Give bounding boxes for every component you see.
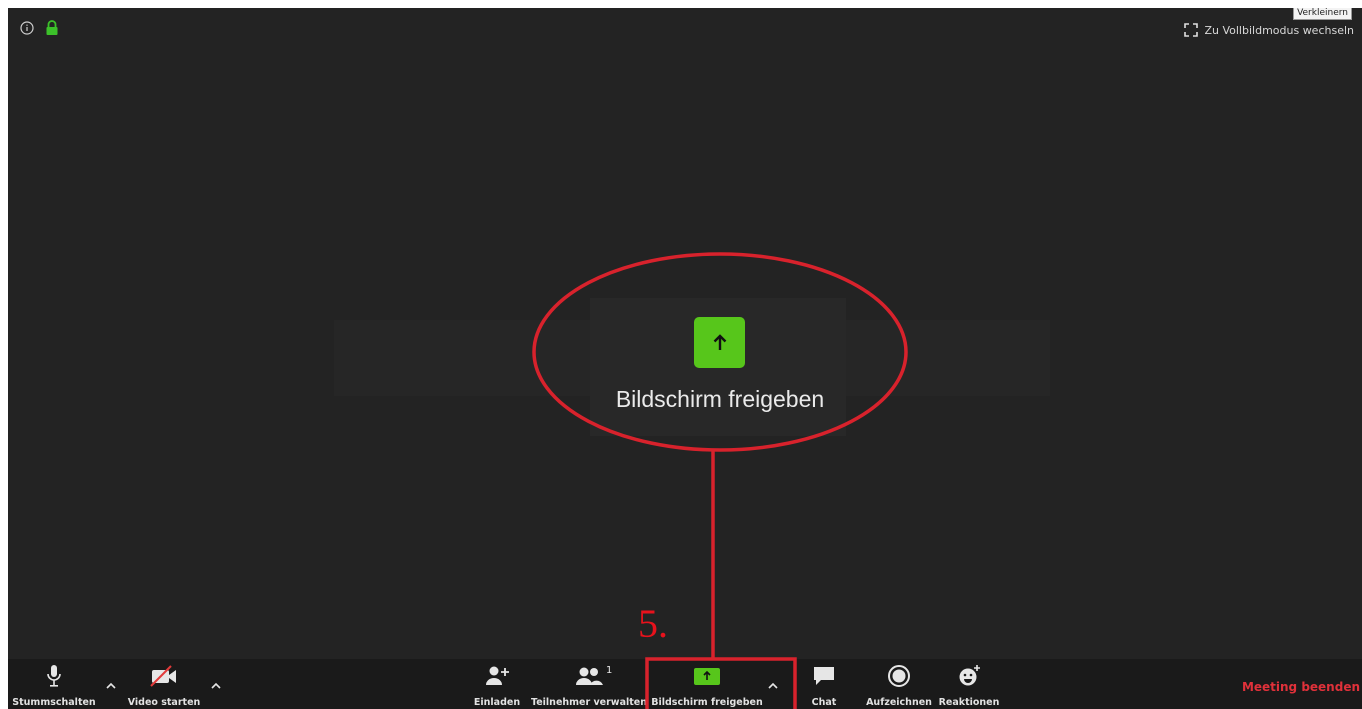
mute-button[interactable]: Stummschalten [8,659,100,709]
meeting-window: Zu Vollbildmodus wechseln Verkleinern Bi… [8,8,1362,709]
video-off-icon [150,665,176,687]
chevron-up-icon[interactable] [210,681,222,691]
record-icon [888,665,910,687]
record-button[interactable]: Aufzeichnen [864,659,934,709]
screenshot-frame: Zu Vollbildmodus wechseln Verkleinern Bi… [0,0,1362,709]
arrow-up-icon [713,333,726,350]
fullscreen-button[interactable]: Zu Vollbildmodus wechseln [1184,20,1354,40]
fullscreen-icon [1184,23,1199,37]
arrow-up-icon [703,670,711,680]
fullscreen-label: Zu Vollbildmodus wechseln [1204,23,1354,37]
invite-button[interactable]: Einladen [474,659,520,709]
reactions-button[interactable]: Reaktionen [936,659,1002,709]
record-label: Aufzeichnen [866,697,932,708]
tooltip: Verkleinern [1293,8,1352,20]
chat-icon [814,667,834,685]
share-screen-icon-bg [694,667,720,685]
chat-label: Chat [811,697,837,708]
chevron-up-icon[interactable] [767,681,779,691]
info-icon[interactable] [20,21,34,35]
emoji-add-icon [959,665,980,686]
share-screen-large-label[interactable]: Bildschirm freigeben [548,386,892,413]
start-video-button[interactable]: Video starten [124,659,204,709]
participants-count-badge: 1 [606,665,613,676]
participants-button[interactable]: Teilnehmer verwalten [531,659,647,709]
chevron-up-icon[interactable] [105,681,117,691]
participants-icon [576,667,603,685]
share-screen-large-button[interactable] [694,317,745,368]
reactions-label: Reaktionen [938,697,1000,708]
microphone-icon [47,665,61,687]
chat-button[interactable]: Chat [804,659,844,709]
start-video-label: Video starten [127,697,201,708]
participants-label: Teilnehmer verwalten [531,697,647,708]
share-screen-label: Bildschirm freigeben [651,697,763,708]
end-meeting-button[interactable]: Meeting beenden [1242,680,1360,694]
share-screen-button[interactable]: Bildschirm freigeben [650,659,764,709]
meeting-toolbar: Stummschalten Video starten Einladen Tei… [8,659,1362,709]
lock-icon[interactable] [45,20,59,36]
mute-label: Stummschalten [12,697,96,708]
annotation-step-number: 5. [638,601,668,646]
invite-label: Einladen [473,697,521,708]
add-user-icon [486,666,509,685]
